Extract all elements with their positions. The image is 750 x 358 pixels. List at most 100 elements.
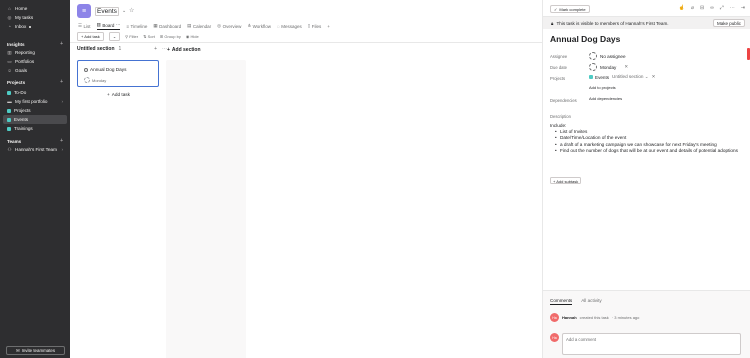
person-icon (589, 52, 597, 60)
mail-icon: ✉ (15, 347, 20, 353)
project-color-dot (589, 75, 593, 79)
project-title[interactable]: Events (95, 7, 119, 16)
complete-check-icon[interactable] (84, 67, 88, 72)
chevron-right-icon[interactable]: › (61, 147, 63, 152)
due-date-label: Due date (550, 64, 567, 70)
remove-project-icon[interactable]: ✕ (652, 74, 656, 80)
task-detail-panel: ✓ Mark complete ☝ ⌀ ⊟ ∞ ⤢ ⋯ ⇥ 🔒︎ This ta… (542, 0, 750, 358)
description-editor[interactable]: Include: List of Invites Date/Time/Locat… (550, 123, 738, 154)
make-public-button[interactable]: Make public (712, 19, 745, 27)
add-subtask-button[interactable]: + Add subtask (550, 177, 582, 184)
activity-user[interactable]: Hannah (562, 315, 577, 320)
tab-calendar[interactable]: ▤ Calendar (187, 22, 211, 30)
message-icon: ◌ (277, 23, 280, 29)
task-card[interactable]: Annual Dog Days Monday (77, 60, 159, 87)
star-icon[interactable]: ☆ (129, 7, 134, 14)
project-chip[interactable]: Events Untitled section ⌄ ✕ (589, 74, 655, 80)
tab-dashboard[interactable]: ▦ Dashboard (153, 22, 181, 30)
sidebar-item-trainings[interactable]: Trainings (0, 124, 70, 133)
close-panel-icon[interactable]: ⇥ (741, 5, 745, 11)
plus-icon[interactable]: + (60, 79, 63, 85)
sidebar-item-inbox[interactable]: ◔ Inbox (0, 22, 70, 31)
add-tab-button[interactable]: + (327, 22, 330, 30)
board-toolbar: + Add task ⌄ ⚲ Filter ⇅ Sort ⊞ Group by … (77, 32, 199, 41)
board-column: Untitled section 1 + ⋯ (77, 43, 167, 55)
bell-icon: ◔ (8, 24, 11, 29)
filter-button[interactable]: ⚲ Filter (125, 34, 138, 39)
portfolio-label-group: ▬ My first portfolio (7, 99, 48, 104)
add-task-button[interactable]: + Add task (77, 32, 104, 41)
group-by-button[interactable]: ⊞ Group by (160, 34, 181, 39)
plus-icon[interactable]: + (60, 41, 63, 47)
tab-files[interactable]: ▯ Files (308, 22, 322, 30)
assignee-field[interactable]: No assignee (589, 52, 626, 60)
link-icon[interactable]: ∞ (710, 5, 714, 11)
project-chip-content: Events (589, 75, 609, 80)
sidebar-item-my-tasks[interactable]: ◎ My tasks (0, 13, 70, 22)
tab-overview[interactable]: ◎ Overview (217, 22, 241, 30)
plus-icon[interactable]: + (154, 46, 157, 52)
person-icon: ☺ (7, 68, 12, 73)
home-icon: ⌂ (8, 6, 11, 11)
subtask-icon[interactable]: ⊟ (700, 5, 704, 11)
chevron-right-icon[interactable]: › (61, 99, 63, 104)
invite-teammates-button[interactable]: ✉ Invite teammates (6, 346, 65, 355)
check-icon: ✓ (554, 6, 558, 12)
section-title[interactable]: Untitled section (77, 46, 115, 52)
expand-icon[interactable]: ⤢ (720, 5, 724, 11)
teams-header[interactable]: Teams + (0, 137, 70, 145)
project-color-dot (7, 117, 11, 122)
activity-entry: Ha Hannah created this task · 3 minutes … (550, 313, 639, 322)
more-icon[interactable]: ⋯ (730, 5, 735, 11)
insights-header[interactable]: Insights + (0, 40, 70, 48)
overview-icon: ◎ (217, 23, 222, 28)
plus-icon: + (327, 23, 330, 29)
sort-button[interactable]: ⇅ Sort (143, 34, 155, 39)
sidebar-item-team[interactable]: ⚇ Hannah's First Team › (0, 145, 70, 154)
comment-input[interactable]: Add a comment (562, 333, 741, 355)
sidebar-item-portfolios[interactable]: ▭ Portfolios (0, 57, 70, 66)
attachment-icon[interactable]: ⌀ (691, 5, 694, 11)
clear-date-icon[interactable]: ✕ (624, 64, 628, 70)
team-icon: ⚇ (7, 147, 12, 152)
tab-board[interactable]: ▥ Board ⋯ (96, 22, 121, 30)
folder-icon: ▭ (7, 59, 12, 64)
tab-all-activity[interactable]: All activity (581, 298, 601, 305)
tab-list[interactable]: ☰ List (78, 22, 91, 30)
tab-comments[interactable]: Comments (550, 298, 573, 305)
add-task-dropdown[interactable]: ⌄ (108, 32, 121, 41)
add-dependencies-link[interactable]: Add dependencies (589, 96, 622, 101)
plus-icon[interactable]: + (60, 138, 63, 144)
mark-complete-button[interactable]: ✓ Mark complete (550, 5, 590, 13)
add-to-projects-link[interactable]: Add to projects (589, 85, 616, 90)
avatar[interactable]: Ha (550, 313, 559, 322)
sidebar-item-goals[interactable]: ☺ Goals (0, 66, 70, 75)
more-icon[interactable]: ⋯ (116, 22, 121, 28)
description-list: List of Invites Date/Time/Location of th… (550, 129, 738, 154)
hide-button[interactable]: ◉ Hide (186, 34, 199, 39)
sidebar-item-todo[interactable]: To-Do (0, 88, 70, 97)
add-section-button[interactable]: + Add section (167, 47, 201, 53)
project-list-icon[interactable]: ≡ (77, 4, 91, 18)
assignee-avatar-icon[interactable] (84, 77, 90, 83)
dependencies-label: Dependencies (550, 97, 577, 103)
projects-header[interactable]: Projects + (0, 78, 70, 86)
section-select[interactable]: Untitled section ⌄ (612, 74, 649, 80)
sidebar-item-projects[interactable]: Projects (0, 106, 70, 115)
task-title[interactable]: Annual Dog Days (550, 34, 620, 44)
calendar-icon (589, 63, 597, 71)
sidebar-item-events[interactable]: Events (3, 115, 67, 124)
tab-messages[interactable]: ◌ Messages (277, 22, 302, 30)
like-icon[interactable]: ☝ (679, 5, 685, 11)
main-content: ≡ Events ⌄ ☆ ☰ List ▥ Board ⋯ ≡ Timeline ▦ Da… (70, 0, 542, 358)
projects-label: Projects (550, 75, 566, 81)
tab-timeline[interactable]: ≡ Timeline (126, 22, 147, 30)
sidebar-item-reporting[interactable]: ▥ Reporting (0, 48, 70, 57)
dashboard-icon: ▦ (153, 23, 158, 28)
tab-workflow[interactable]: ⋔ Workflow (247, 22, 271, 30)
due-date-field[interactable]: Monday ✕ (589, 63, 628, 71)
column-add-task-button[interactable]: + Add task (107, 92, 130, 97)
sidebar-item-home[interactable]: ⌂ Home (0, 4, 70, 13)
sidebar-item-my-first-portfolio[interactable]: ▬ My first portfolio › (0, 97, 70, 106)
chevron-down-icon[interactable]: ⌄ (122, 8, 126, 14)
